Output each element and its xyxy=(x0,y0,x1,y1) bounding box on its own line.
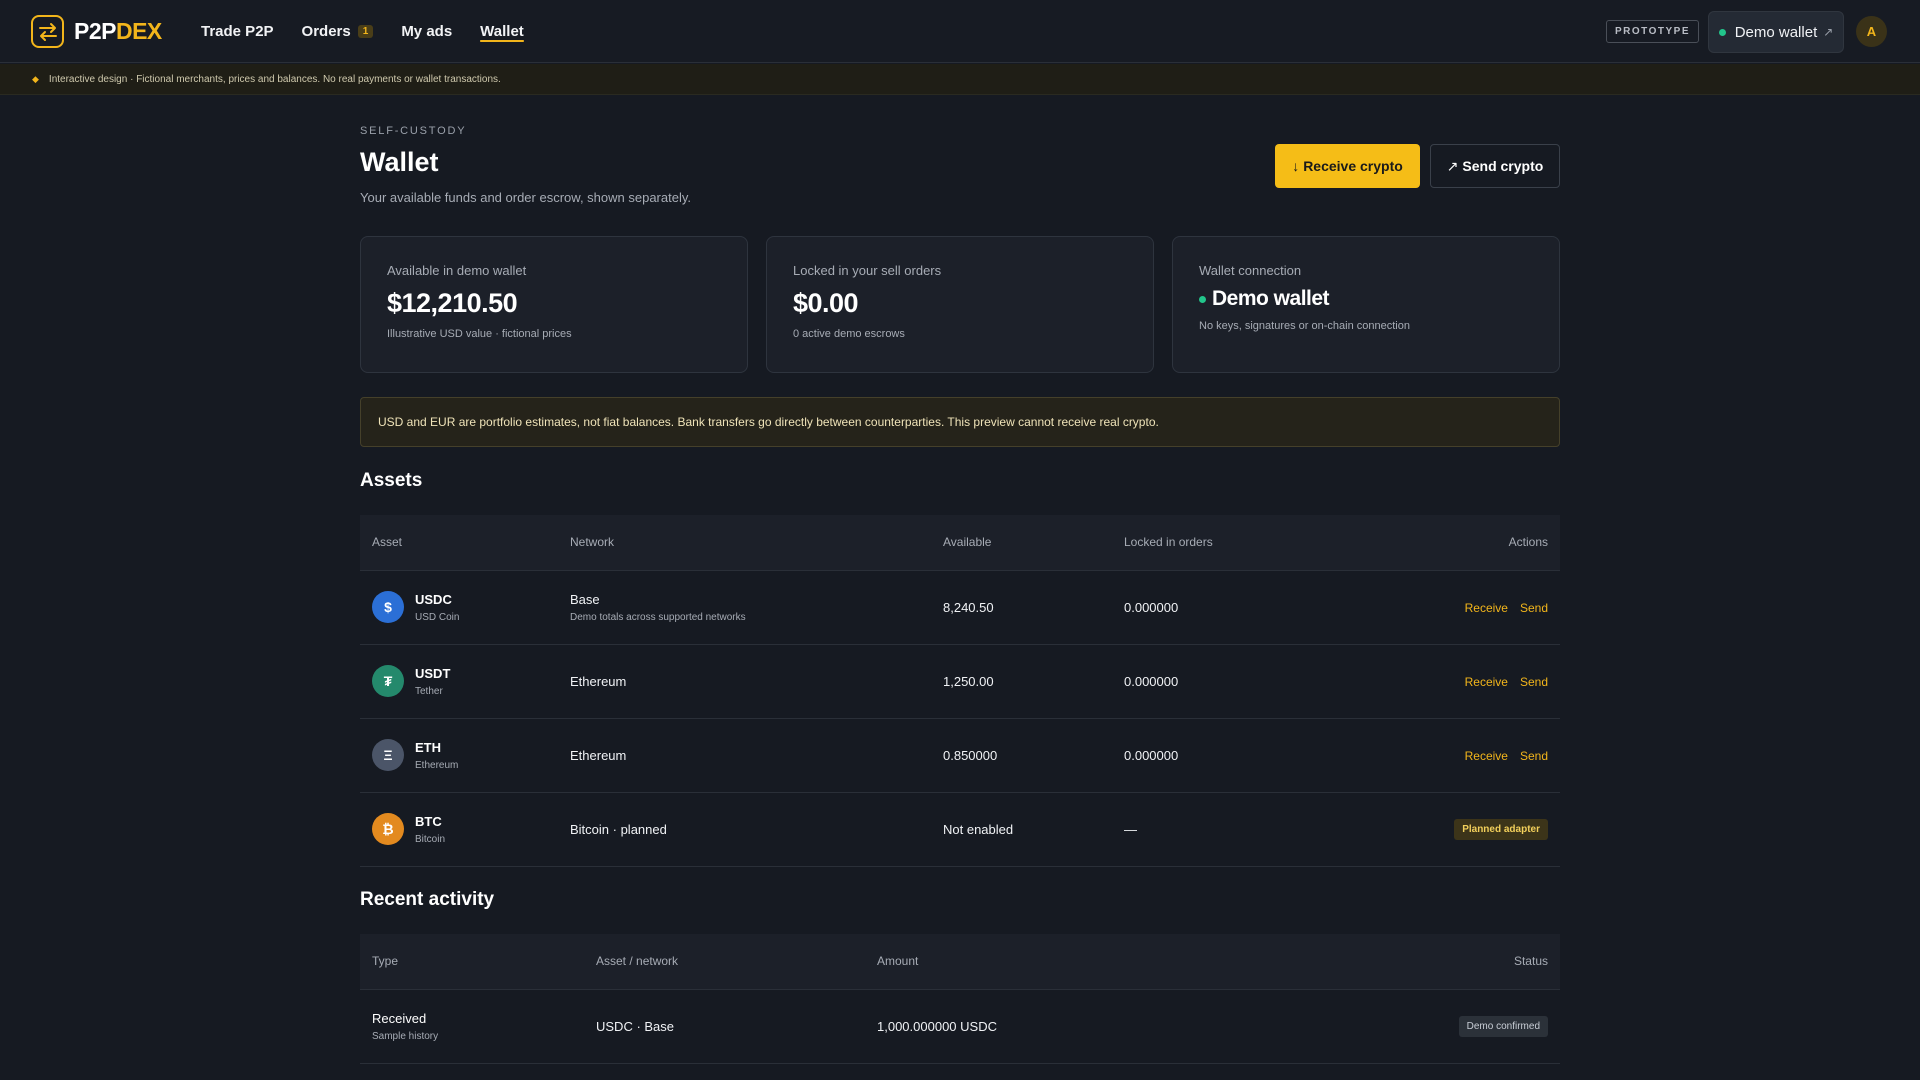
locked-amount: 0.000000 xyxy=(1124,644,1344,719)
send-crypto-button[interactable]: ↗ Send crypto xyxy=(1430,144,1560,188)
receive-link[interactable]: Receive xyxy=(1465,749,1508,763)
assets-section-title: Assets xyxy=(360,470,423,491)
nav-item-my-ads[interactable]: My ads xyxy=(401,23,452,40)
available-amount: 0.850000 xyxy=(943,718,1124,793)
brand-logo[interactable]: P2PDEX xyxy=(31,15,162,48)
wallet-connection-card: Wallet connection Demo wallet No keys, s… xyxy=(1172,236,1560,373)
swap-arrows-icon xyxy=(31,15,64,48)
diamond-icon: ◆ xyxy=(32,73,39,84)
locked-amount: 0.000000 xyxy=(1124,570,1344,645)
nav-item-orders[interactable]: Orders 1 xyxy=(302,23,374,40)
btc-coin-icon: ₿ xyxy=(372,813,404,845)
activity-table: Type Asset / network Amount Status Recei… xyxy=(360,934,1560,1064)
page-eyebrow: SELF-CUSTODY xyxy=(360,125,467,137)
arrow-down-icon: ↓ xyxy=(1292,158,1300,174)
locked-balance-value: $0.00 xyxy=(793,288,859,318)
prototype-badge: PROTOTYPE xyxy=(1606,20,1699,43)
top-navigation-bar: P2PDEX Trade P2P Orders 1 My ads Wallet P… xyxy=(0,0,1920,63)
receive-link[interactable]: Receive xyxy=(1465,675,1508,689)
column-header: Available xyxy=(943,515,1124,571)
orders-count-badge: 1 xyxy=(357,25,374,38)
portfolio-disclaimer: USD and EUR are portfolio estimates, not… xyxy=(360,397,1560,447)
user-avatar[interactable]: A xyxy=(1856,16,1887,47)
table-row: ₮ USDT Tether Ethereum 1,250.00 0.000000 … xyxy=(360,644,1560,719)
planned-adapter-badge: Planned adapter xyxy=(1454,818,1548,840)
receive-link[interactable]: Receive xyxy=(1465,601,1508,615)
column-header: Locked in orders xyxy=(1124,515,1344,571)
locked-amount: — xyxy=(1124,792,1344,867)
eth-coin-icon: Ξ xyxy=(372,739,404,771)
connected-status-icon xyxy=(1199,295,1206,303)
usdc-coin-icon: $ xyxy=(372,591,404,623)
column-header: Asset / network xyxy=(596,934,877,990)
assets-table: Asset Network Available Locked in orders… xyxy=(360,515,1560,867)
table-row: $ USDC USD Coin Base Demo totals across su… xyxy=(360,570,1560,645)
assets-table-header: Asset Network Available Locked in orders… xyxy=(360,515,1560,571)
usdt-coin-icon: ₮ xyxy=(372,665,404,697)
nav-item-trade-p2p[interactable]: Trade P2P xyxy=(201,23,274,40)
available-balance-card: Available in demo wallet $12,210.50 Illu… xyxy=(360,236,748,373)
page-title: Wallet xyxy=(360,147,439,177)
table-row: ₿ BTC Bitcoin Bitcoin · planned Not enabl… xyxy=(360,792,1560,867)
recent-activity-title: Recent activity xyxy=(360,889,495,910)
brand-name: P2PDEX xyxy=(74,18,162,44)
column-header: Amount xyxy=(877,934,1277,990)
column-header: Asset xyxy=(360,515,570,571)
main-nav: Trade P2P Orders 1 My ads Wallet xyxy=(201,0,552,63)
send-link[interactable]: Send xyxy=(1520,749,1548,763)
activity-table-header: Type Asset / network Amount Status xyxy=(360,934,1560,990)
send-link[interactable]: Send xyxy=(1520,601,1548,615)
status-badge: Demo confirmed xyxy=(1458,1015,1548,1037)
send-link[interactable]: Send xyxy=(1520,675,1548,689)
summary-cards: Available in demo wallet $12,210.50 Illu… xyxy=(360,236,1560,373)
table-row: Ξ ETH Ethereum Ethereum 0.850000 0.000000… xyxy=(360,718,1560,793)
wallet-connection-value: Demo wallet xyxy=(1199,287,1533,311)
prototype-notice: ◆ Interactive design · Fictional merchan… xyxy=(0,64,1920,95)
available-amount: 1,250.00 xyxy=(943,644,1124,719)
external-link-icon: ↗ xyxy=(1823,25,1834,39)
page-subtitle: Your available funds and order escrow, s… xyxy=(360,190,691,205)
locked-amount: 0.000000 xyxy=(1124,718,1344,793)
demo-wallet-button[interactable]: Demo wallet ↗ xyxy=(1708,11,1844,53)
connected-status-icon xyxy=(1718,28,1726,36)
available-amount: Not enabled xyxy=(943,792,1124,867)
receive-crypto-button[interactable]: ↓ Receive crypto xyxy=(1275,144,1420,188)
available-balance-value: $12,210.50 xyxy=(387,288,518,318)
table-row: Received Sample history USDC · Base 1,000… xyxy=(360,989,1560,1064)
available-amount: 8,240.50 xyxy=(943,570,1124,645)
locked-balance-card: Locked in your sell orders $0.00 0 activ… xyxy=(766,236,1154,373)
column-header: Actions xyxy=(1344,515,1560,571)
nav-item-wallet[interactable]: Wallet xyxy=(480,23,524,40)
column-header: Status xyxy=(1277,934,1560,990)
column-header: Type xyxy=(360,934,596,990)
arrow-up-right-icon: ↗ xyxy=(1446,157,1459,174)
column-header: Network xyxy=(570,515,943,571)
